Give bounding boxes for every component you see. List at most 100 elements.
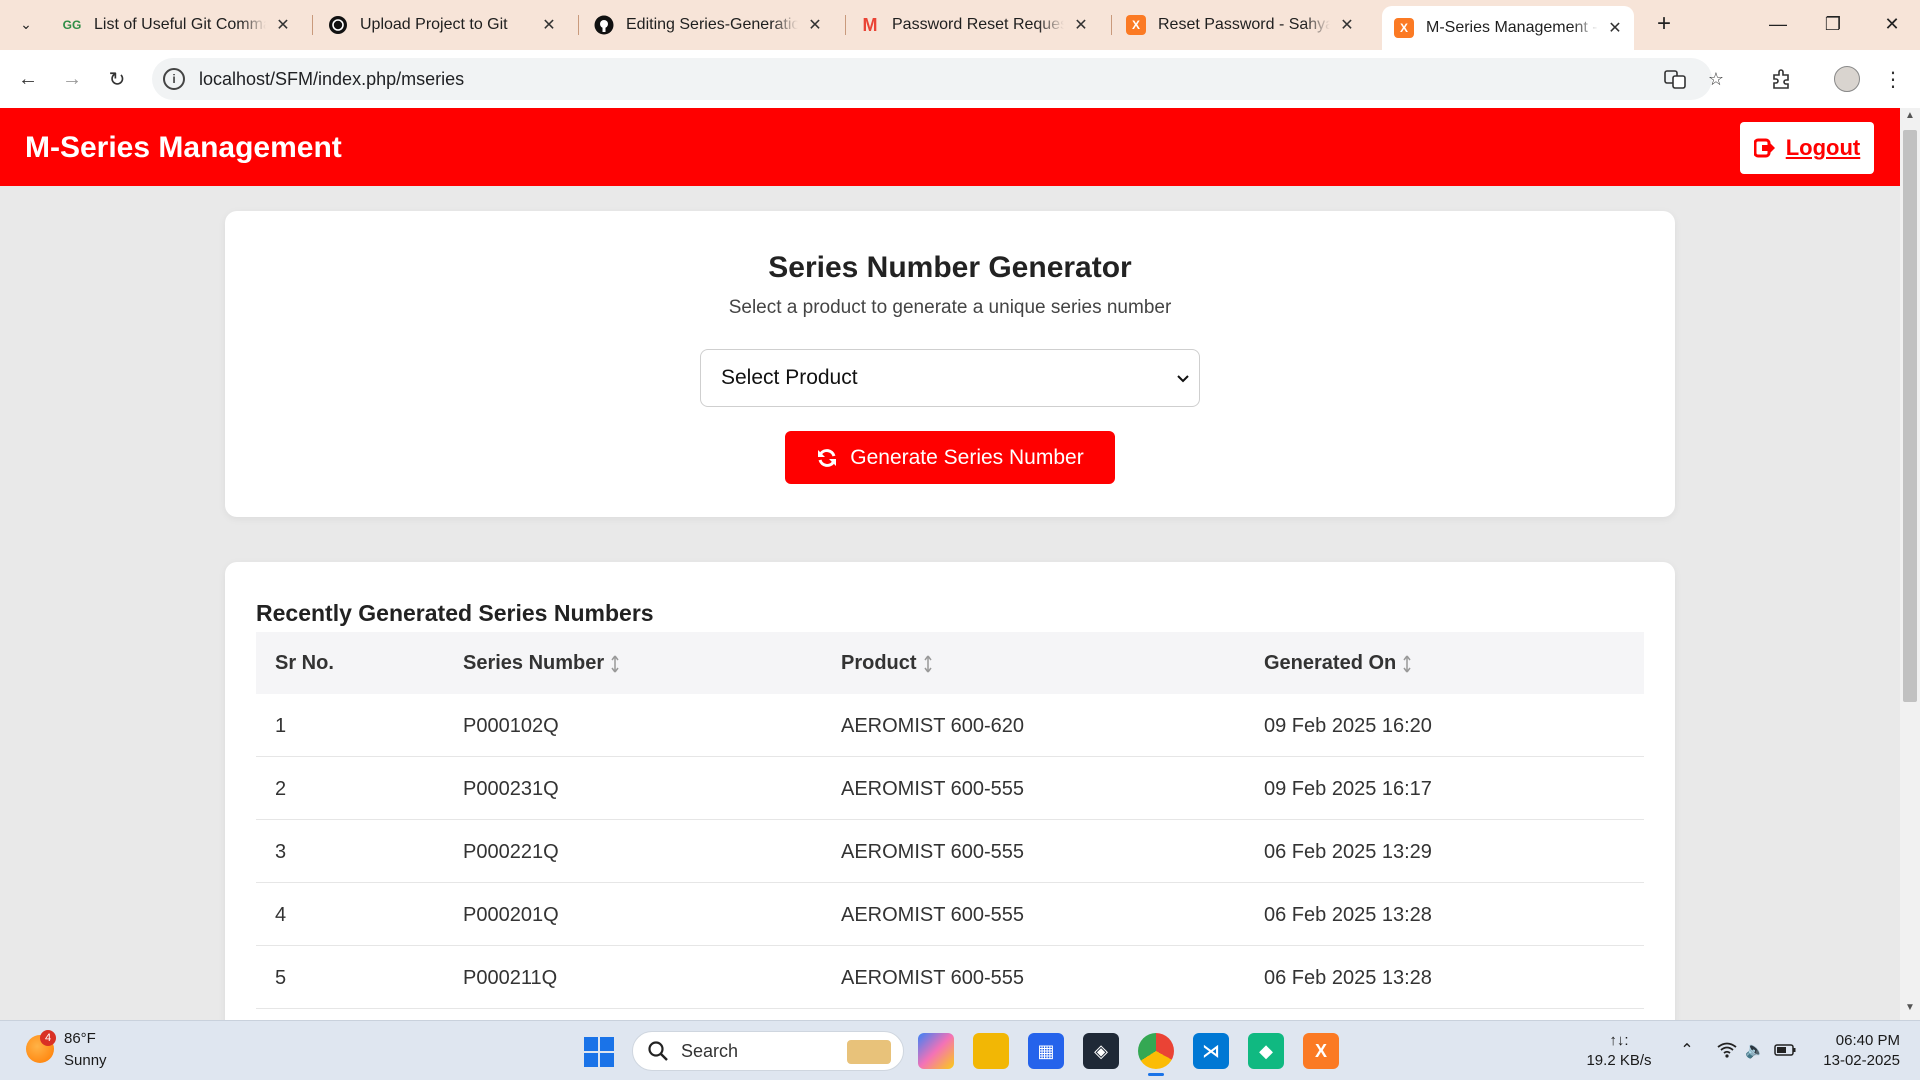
more-menu-icon[interactable]: ⋮ xyxy=(1877,63,1909,95)
cell-product: AEROMIST 600-555 xyxy=(841,967,1025,989)
column-header-sr-no: Sr No. xyxy=(275,652,334,674)
extensions-puzzle-icon[interactable] xyxy=(1765,63,1797,95)
cell-product: AEROMIST 600-555 xyxy=(841,904,1025,926)
reload-icon[interactable]: ↻ xyxy=(101,63,133,95)
git-tool-icon[interactable]: ◆ xyxy=(1248,1033,1284,1069)
tab-search-chevron-icon[interactable]: ⌄ xyxy=(10,8,42,40)
cell-sr-no: 5 xyxy=(275,967,287,989)
close-tab-icon[interactable]: ✕ xyxy=(540,15,558,35)
xampp-icon: X xyxy=(1394,18,1414,38)
table-header: Sr No. Series Number Product Generated O… xyxy=(256,632,1644,694)
network-speed: ↑↓: 19.2 KB/s xyxy=(1586,1032,1652,1069)
tab-separator xyxy=(578,15,579,35)
search-highlight-image xyxy=(847,1040,891,1064)
url-text[interactable]: localhost/SFM/index.php/mseries xyxy=(199,69,464,90)
cell-series-number: P000201Q xyxy=(463,904,559,926)
chevron-down-icon xyxy=(1177,375,1189,383)
battery-icon[interactable] xyxy=(1774,1039,1796,1061)
table-row: 3 P000221Q AEROMIST 600-555 06 Feb 2025 … xyxy=(256,820,1644,883)
weather-temperature[interactable]: 86°F xyxy=(64,1030,96,1047)
tab-git-commands[interactable]: GG List of Useful Git Commands ✕ xyxy=(50,6,302,44)
tab-separator xyxy=(845,15,846,35)
logout-button[interactable]: Logout xyxy=(1740,122,1874,174)
column-header-series-number[interactable]: Series Number xyxy=(463,652,620,675)
table-row: 5 P000211Q AEROMIST 600-555 06 Feb 2025 … xyxy=(256,946,1644,1009)
browser-toolbar: ← → ↻ i localhost/SFM/index.php/mseries … xyxy=(0,50,1920,108)
cell-product: AEROMIST 600-555 xyxy=(841,778,1025,800)
vscode-icon[interactable]: ⋊ xyxy=(1193,1033,1229,1069)
tab-mseries-management[interactable]: X M-Series Management - S ✕ xyxy=(1382,6,1634,50)
system-clock[interactable]: 06:40 PM 13-02-2025 xyxy=(1810,1031,1900,1071)
recent-series-card: Recently Generated Series Numbers Sr No.… xyxy=(225,562,1675,1020)
dev-tool-icon[interactable]: ◈ xyxy=(1083,1033,1119,1069)
close-tab-icon[interactable]: ✕ xyxy=(806,15,824,35)
app-brand: M-Series Management xyxy=(25,131,342,164)
volume-icon[interactable]: 🔈 xyxy=(1744,1039,1766,1061)
close-tab-icon[interactable]: ✕ xyxy=(1606,18,1624,38)
cell-generated-on: 09 Feb 2025 16:20 xyxy=(1264,715,1432,737)
chrome-icon[interactable] xyxy=(1138,1033,1174,1076)
tray-chevron-up-icon[interactable]: ⌃ xyxy=(1676,1039,1698,1061)
xampp-icon[interactable]: X xyxy=(1303,1033,1339,1069)
column-header-product[interactable]: Product xyxy=(841,652,933,675)
address-bar[interactable]: i localhost/SFM/index.php/mseries ☆ xyxy=(152,58,1724,100)
close-window-icon[interactable]: ✕ xyxy=(1872,8,1912,40)
taskbar-search[interactable]: Search xyxy=(632,1031,904,1071)
tab-separator xyxy=(1111,15,1112,35)
new-tab-plus-icon[interactable]: + xyxy=(1650,10,1678,38)
tab-password-reset-gmail[interactable]: M Password Reset Request - ✕ xyxy=(848,6,1100,44)
scrollbar-thumb[interactable] xyxy=(1903,130,1917,702)
table-row: 2 P000231Q AEROMIST 600-555 09 Feb 2025 … xyxy=(256,757,1644,820)
microsoft-store-icon[interactable]: ▦ xyxy=(1028,1033,1064,1069)
sign-out-icon xyxy=(1753,138,1775,158)
translate-icon[interactable] xyxy=(1664,68,1686,90)
cell-sr-no: 4 xyxy=(275,904,287,926)
column-header-generated-on[interactable]: Generated On xyxy=(1264,652,1412,675)
cell-generated-on: 06 Feb 2025 13:28 xyxy=(1264,967,1432,989)
app-header: M-Series Management Logout xyxy=(0,108,1900,186)
close-tab-icon[interactable]: ✕ xyxy=(1072,15,1090,35)
bookmark-star-icon[interactable]: ☆ xyxy=(1705,68,1727,90)
cell-generated-on: 06 Feb 2025 13:28 xyxy=(1264,904,1432,926)
back-arrow-icon[interactable]: ← xyxy=(12,63,44,95)
generate-series-button[interactable]: Generate Series Number xyxy=(785,431,1115,484)
geeksforgeeks-icon: GG xyxy=(62,18,82,32)
sort-icon xyxy=(611,655,619,672)
github-icon xyxy=(594,15,614,35)
sort-icon xyxy=(1403,655,1411,672)
close-tab-icon[interactable]: ✕ xyxy=(274,15,292,35)
site-info-icon[interactable]: i xyxy=(163,68,185,90)
generator-subtitle: Select a product to generate a unique se… xyxy=(728,297,1172,318)
sort-icon xyxy=(923,655,932,672)
tab-upload-project[interactable]: Upload Project to Git ✕ xyxy=(316,6,568,44)
forward-arrow-icon[interactable]: → xyxy=(56,63,88,95)
weather-condition[interactable]: Sunny xyxy=(64,1052,107,1069)
scroll-down-arrow-icon[interactable]: ▼ xyxy=(1900,1002,1920,1018)
file-explorer-icon[interactable] xyxy=(973,1033,1009,1069)
cell-series-number: P000231Q xyxy=(463,778,559,800)
restore-icon[interactable]: ❐ xyxy=(1813,8,1853,40)
cell-series-number: P000102Q xyxy=(463,715,559,737)
generator-card: Series Number Generator Select a product… xyxy=(225,211,1675,517)
scroll-up-arrow-icon[interactable]: ▲ xyxy=(1900,110,1920,126)
minimize-icon[interactable]: — xyxy=(1758,8,1798,40)
cell-generated-on: 06 Feb 2025 13:29 xyxy=(1264,841,1432,863)
close-tab-icon[interactable]: ✕ xyxy=(1338,15,1356,35)
copilot-icon[interactable] xyxy=(918,1033,954,1069)
product-select[interactable]: Select Product xyxy=(700,349,1200,407)
cell-sr-no: 3 xyxy=(275,841,287,863)
page-scrollbar[interactable]: ▲ ▼ xyxy=(1900,108,1920,1020)
windows-taskbar: 4 86°F Sunny Search ▦ ◈ ⋊ ◆ X ↑↓: 19.2 K… xyxy=(0,1020,1920,1080)
recent-series-title: Recently Generated Series Numbers xyxy=(256,600,654,626)
cell-sr-no: 1 xyxy=(275,715,287,737)
generate-series-label: Generate Series Number xyxy=(850,445,1084,469)
table-row: 4 P000201Q AEROMIST 600-555 06 Feb 2025 … xyxy=(256,883,1644,946)
cell-series-number: P000211Q xyxy=(463,967,558,989)
cell-series-number: P000221Q xyxy=(463,841,559,863)
windows-start-icon[interactable] xyxy=(584,1037,614,1067)
profile-avatar[interactable] xyxy=(1834,66,1860,92)
tab-reset-password[interactable]: X Reset Password - Sahyadri ✕ xyxy=(1114,6,1366,44)
tab-editing-series[interactable]: Editing Series-Generation- ✕ xyxy=(582,6,834,44)
gmail-icon: M xyxy=(862,14,878,35)
wifi-icon[interactable] xyxy=(1716,1039,1738,1061)
